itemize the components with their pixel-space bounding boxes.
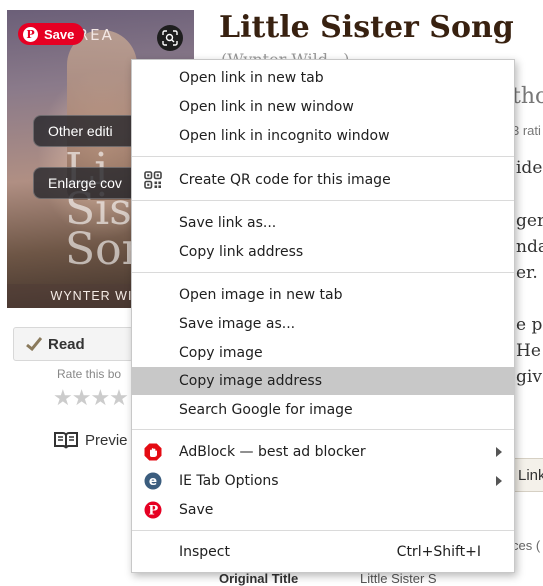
link-button[interactable]: Link bbox=[512, 458, 543, 492]
menu-item-save-image-as[interactable]: Save image as... bbox=[132, 310, 514, 338]
pinterest-save-label: Save bbox=[44, 26, 75, 42]
checkmark-icon bbox=[26, 337, 42, 351]
google-lens-button[interactable] bbox=[157, 25, 183, 51]
menu-item-open-link-new-tab[interactable]: Open link in new tab bbox=[132, 64, 514, 92]
menu-item-shortcut: Ctrl+Shift+I bbox=[396, 544, 481, 560]
menu-item-label: Inspect bbox=[179, 544, 230, 560]
preview-label: Previe bbox=[85, 431, 128, 449]
pinterest-logo-icon: P bbox=[23, 26, 38, 42]
adblock-icon bbox=[144, 443, 162, 461]
ie-tab-icon: e bbox=[144, 472, 162, 490]
menu-item-copy-link-address[interactable]: Copy link address bbox=[132, 238, 514, 266]
book-open-icon bbox=[54, 432, 78, 449]
other-editions-button[interactable]: Other editi bbox=[33, 115, 146, 147]
description-fragment-2: ger bbox=[516, 211, 543, 231]
menu-item-search-google-for-image[interactable]: Search Google for image bbox=[132, 396, 514, 424]
menu-item-open-link-new-window[interactable]: Open link in new window bbox=[132, 93, 514, 121]
svg-text:e: e bbox=[149, 474, 157, 488]
menu-separator bbox=[132, 272, 514, 273]
pinterest-icon: P bbox=[144, 501, 162, 519]
read-label: Read bbox=[48, 335, 85, 353]
menu-item-label: Copy image bbox=[179, 345, 263, 361]
svg-text:P: P bbox=[148, 504, 158, 519]
menu-item-ie-tab-options[interactable]: e IE Tab Options bbox=[132, 467, 514, 495]
menu-separator bbox=[132, 530, 514, 531]
description-fragment-1: ide bbox=[516, 158, 543, 178]
description-fragment-7: giv bbox=[516, 367, 542, 387]
menu-item-pinterest-save[interactable]: P Save bbox=[132, 496, 514, 524]
book-title: Little Sister Song bbox=[219, 10, 514, 45]
menu-item-label: Open image in new tab bbox=[179, 287, 343, 303]
lens-search-icon bbox=[162, 30, 178, 46]
menu-item-label: Save link as... bbox=[179, 215, 277, 231]
menu-item-label: Create QR code for this image bbox=[179, 172, 391, 188]
qr-code-icon bbox=[144, 171, 162, 189]
menu-item-copy-image[interactable]: Copy image bbox=[132, 339, 514, 367]
pinterest-save-button[interactable]: P Save bbox=[18, 23, 84, 45]
submenu-arrow-icon bbox=[496, 476, 502, 486]
menu-separator bbox=[132, 156, 514, 157]
menu-item-open-link-incognito[interactable]: Open link in incognito window bbox=[132, 122, 514, 150]
submenu-arrow-icon bbox=[496, 447, 502, 457]
enlarge-cover-button[interactable]: Enlarge cov bbox=[33, 167, 146, 199]
menu-item-label: Open link in new window bbox=[179, 99, 354, 115]
ratings-count-fragment[interactable]: 3 rati bbox=[512, 123, 541, 138]
menu-item-label: IE Tab Options bbox=[179, 473, 279, 489]
menu-item-label: Copy link address bbox=[179, 244, 304, 260]
menu-item-label: AdBlock — best ad blocker bbox=[179, 444, 366, 460]
want-to-read-button[interactable]: Read bbox=[13, 327, 133, 361]
menu-item-label: Save bbox=[179, 502, 214, 518]
menu-item-open-image-new-tab[interactable]: Open image in new tab bbox=[132, 281, 514, 309]
description-fragment-5: e pe bbox=[516, 315, 543, 335]
original-title-value: Little Sister S bbox=[360, 571, 437, 586]
preview-link[interactable]: Previe bbox=[53, 430, 128, 450]
menu-item-inspect[interactable]: Inspect Ctrl+Shift+I bbox=[132, 538, 514, 566]
aside-fragment: ces ( bbox=[512, 538, 541, 553]
menu-item-create-qr-code[interactable]: Create QR code for this image bbox=[132, 166, 514, 194]
menu-item-label: Open link in incognito window bbox=[179, 128, 390, 144]
menu-separator bbox=[132, 429, 514, 430]
menu-item-label: Save image as... bbox=[179, 316, 296, 332]
rating-stars[interactable]: ★★★★ bbox=[53, 385, 129, 411]
description-fragment-6: He a bbox=[516, 341, 543, 361]
menu-item-adblock[interactable]: AdBlock — best ad blocker bbox=[132, 438, 514, 466]
description-fragment-3: ndal bbox=[516, 237, 543, 257]
original-title-label: Original Title bbox=[219, 571, 299, 586]
menu-item-label: Search Google for image bbox=[179, 402, 353, 418]
author-name-fragment[interactable]: tho bbox=[512, 84, 543, 109]
menu-item-save-link-as[interactable]: Save link as... bbox=[132, 209, 514, 237]
rate-this-book-label: Rate this bo bbox=[57, 367, 122, 381]
description-fragment-4: er. bbox=[516, 263, 538, 283]
menu-item-copy-image-address[interactable]: Copy image address bbox=[132, 367, 514, 395]
menu-item-label: Copy image address bbox=[179, 373, 323, 389]
menu-separator bbox=[132, 200, 514, 201]
menu-item-label: Open link in new tab bbox=[179, 70, 324, 86]
context-menu: Open link in new tab Open link in new wi… bbox=[131, 59, 515, 573]
